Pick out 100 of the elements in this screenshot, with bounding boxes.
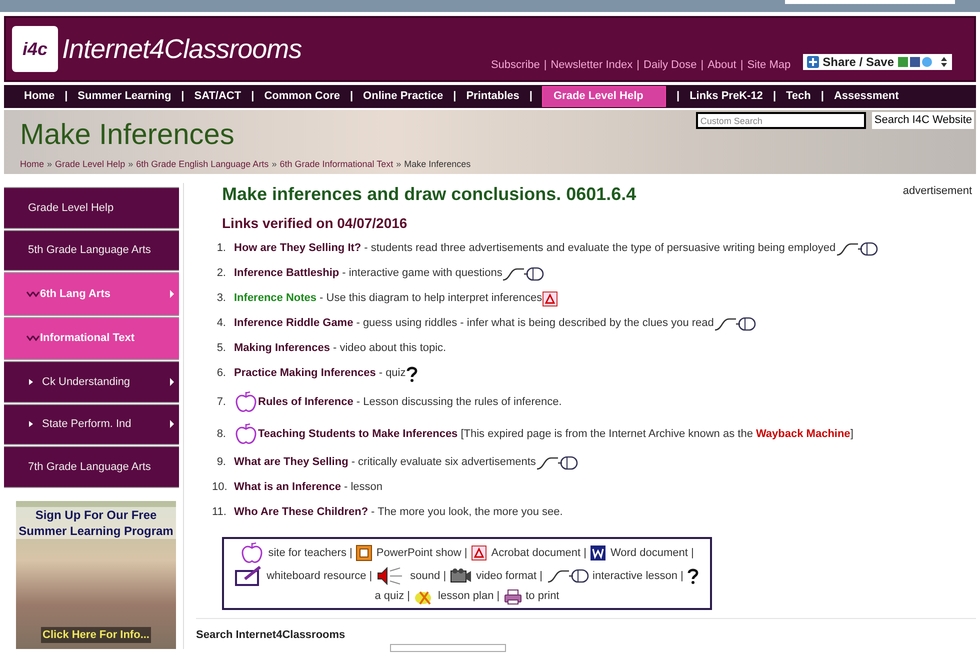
social-icons	[898, 56, 932, 68]
site-name[interactable]: Internet4Classrooms	[62, 28, 302, 70]
legend-label: site for teachers |	[268, 546, 352, 560]
bullet-icon	[28, 378, 34, 386]
slides-icon	[356, 545, 372, 561]
page-heading: Make Inferences	[20, 118, 234, 152]
sidebar-item[interactable]: Informational Text	[4, 316, 179, 360]
plus-icon	[806, 56, 819, 68]
search-button[interactable]: Search I4C Website	[872, 112, 974, 129]
ad-label: advertisement	[902, 184, 972, 199]
list-number: 5.	[216, 341, 226, 356]
nav-tab[interactable]: Common Core	[264, 88, 340, 105]
promo-banner[interactable]: Sign Up For Our Free Summer Learning Program Click Here For Info...	[16, 500, 176, 650]
sidebar-item[interactable]: State Perform. Ind	[4, 404, 179, 446]
legend-label: Acrobat document |	[491, 546, 586, 560]
link-description: - students read three advertisements and evaluate the type of persuasive writing being employed	[364, 241, 836, 256]
legend-label: whiteboard resource |	[266, 568, 372, 584]
camera-icon	[450, 568, 472, 584]
bullet-icon	[28, 420, 34, 428]
breadcrumb-link[interactable]: 6th Grade Informational Text	[280, 158, 394, 172]
promo-heading: Sign Up For Our Free Summer Learning Program	[16, 506, 176, 539]
resource-link[interactable]: Rules of Inference	[258, 394, 354, 410]
header-link[interactable]: Subscribe	[490, 56, 540, 74]
resource-link[interactable]: Inference Riddle Game	[234, 315, 354, 332]
separator: »	[47, 158, 52, 171]
sidebar-item[interactable]: 6th Lang Arts	[4, 272, 179, 316]
separator: »	[396, 158, 402, 171]
list-number: 1.	[216, 241, 226, 256]
header-link[interactable]: About	[708, 56, 736, 74]
resource-link[interactable]: What is an Inference	[234, 479, 341, 496]
link-description: - video about this topic.	[332, 341, 446, 356]
promo-link[interactable]: Click Here For Info...	[40, 626, 152, 644]
nav-tab[interactable]: Home	[24, 88, 55, 105]
search-label: Search Internet4Classrooms	[196, 628, 346, 643]
nav-tab[interactable]: Grade Level Help	[542, 86, 666, 107]
resource-link[interactable]: What are They Selling	[234, 454, 348, 471]
separator: |	[636, 58, 640, 73]
share-button[interactable]: Share / Save	[802, 54, 952, 70]
list-number: 11.	[212, 505, 226, 520]
search-field[interactable]	[390, 644, 506, 652]
header-link[interactable]: Newsletter Index	[550, 56, 633, 74]
link-description: - guess using riddles - infer what is being described by the clues you read	[356, 316, 714, 332]
bracket-text: ]	[850, 426, 854, 442]
resource-link[interactable]: How are They Selling It?	[234, 240, 362, 257]
legend-label: to print	[526, 589, 560, 604]
separator: »	[128, 158, 134, 171]
link-description: - quiz	[378, 366, 406, 382]
question-mark-icon	[687, 568, 700, 584]
breadcrumb-link[interactable]: Home	[20, 158, 44, 172]
nav-tab[interactable]: Tech	[786, 88, 811, 105]
separator: |	[675, 89, 681, 104]
legend-label: video format |	[476, 568, 543, 584]
search-field[interactable]	[785, 0, 955, 4]
wayback-link[interactable]: Wayback Machine	[756, 426, 850, 442]
breadcrumb-link[interactable]: 6th Grade English Language Arts	[136, 158, 269, 172]
list-number: 8.	[216, 426, 226, 442]
page-title: Make inferences and draw conclusions. 0601.6.4	[222, 183, 636, 205]
nav-tab[interactable]: SAT/ACT	[194, 88, 242, 105]
link-description: - lesson	[344, 480, 383, 496]
sidebar-item[interactable]: 5th Grade Language Arts	[4, 230, 179, 272]
legend-label: lesson plan |	[438, 589, 500, 604]
separator: |	[820, 89, 825, 104]
resource-link[interactable]: Who Are These Children?	[234, 504, 368, 521]
resource-link[interactable]: Making Inferences	[234, 340, 330, 357]
sidebar-item[interactable]: Grade Level Help	[4, 187, 179, 229]
sidebar-item[interactable]: Ck Understanding	[4, 361, 179, 403]
nav-tab[interactable]: Links PreK-12	[690, 88, 763, 105]
nav-tab[interactable]: Summer Learning	[78, 88, 172, 105]
resource-link[interactable]: Inference Battleship	[234, 265, 340, 282]
chevrons-icon	[26, 290, 40, 297]
separator: |	[180, 89, 186, 104]
breadcrumb-link[interactable]: Make Inferences	[404, 158, 471, 172]
header-link[interactable]: Site Map	[747, 56, 791, 74]
legend-label: a quiz |	[374, 589, 410, 604]
header-link[interactable]: Daily Dose	[644, 56, 697, 74]
link-description: - critically evaluate six advertisements	[351, 455, 536, 470]
printer-icon	[504, 588, 522, 604]
resource-link[interactable]: Practice Making Inferences	[234, 365, 376, 382]
nav-tab[interactable]: Online Practice	[363, 88, 444, 105]
list-number: 2.	[216, 266, 226, 282]
sidebar-item[interactable]: 7th Grade Language Arts	[4, 446, 179, 488]
mouse-cable-icon	[546, 569, 589, 583]
separator: |	[544, 58, 547, 73]
logo-icon[interactable]: i4c	[12, 26, 58, 72]
link-description: - Use this diagram to help interpret inferences	[320, 291, 542, 306]
chevrons-icon	[26, 335, 40, 342]
whiteboard-icon	[234, 565, 263, 587]
link-description: - interactive game with questions	[342, 266, 502, 282]
resource-link[interactable]: Teaching Students to Make Inferences	[258, 426, 458, 442]
separator: |	[772, 89, 778, 104]
nav-tab[interactable]: Printables	[466, 88, 520, 105]
search-field[interactable]: Custom Search	[696, 112, 866, 129]
separator: |	[740, 58, 744, 73]
resource-link[interactable]: Inference Notes	[234, 290, 317, 307]
list-number: 4.	[216, 316, 226, 332]
nav-tab[interactable]: Assessment	[834, 88, 899, 105]
separator: |	[348, 89, 354, 104]
link-description: - The more you look, the more you see.	[371, 505, 563, 520]
breadcrumb-link[interactable]: Grade Level Help	[55, 158, 126, 172]
apple-icon	[240, 541, 264, 565]
